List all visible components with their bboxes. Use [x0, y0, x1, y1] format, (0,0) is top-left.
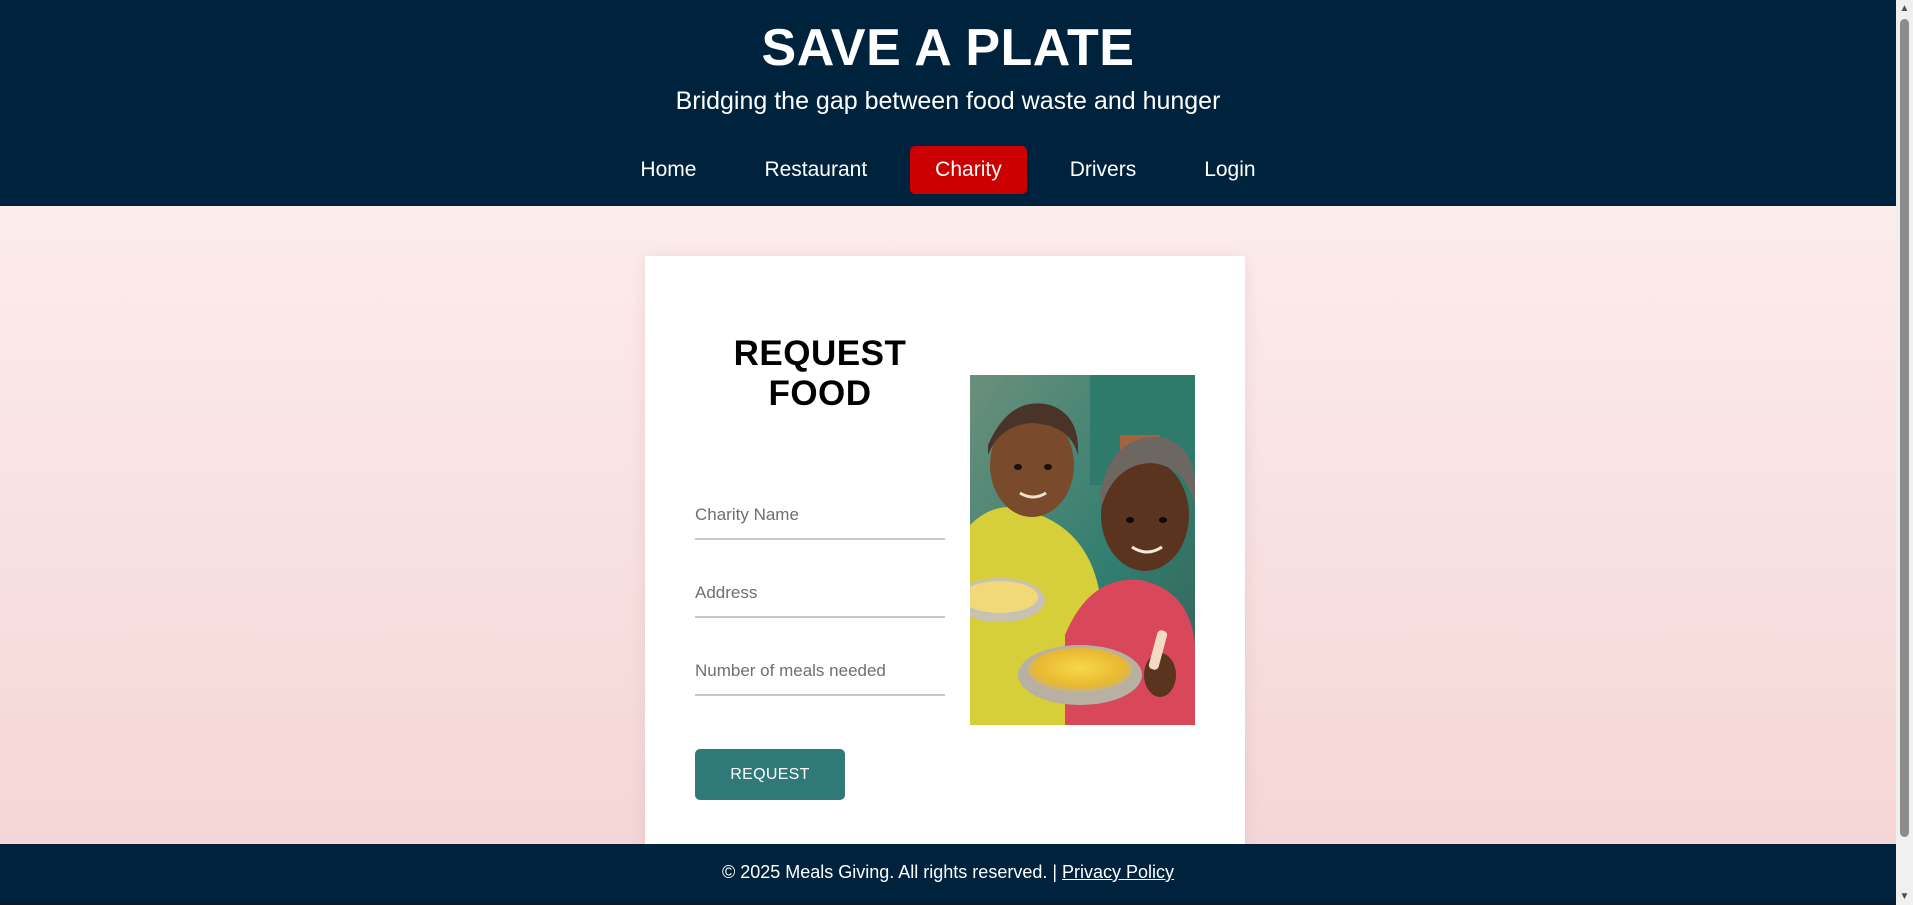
scroll-up-icon[interactable]: ▲ [1896, 0, 1913, 17]
bottom-strip [0, 901, 1896, 905]
nav-item-drivers[interactable]: Drivers [1045, 146, 1162, 194]
request-button[interactable]: REQUEST [695, 749, 845, 800]
form-title: REQUEST FOOD [733, 334, 907, 413]
address-input[interactable] [695, 570, 945, 618]
request-food-card: REQUEST FOOD REQUEST [645, 256, 1245, 850]
nav-item-login[interactable]: Login [1179, 146, 1280, 194]
page: SAVE A PLATE Bridging the gap between fo… [0, 0, 1896, 905]
site-footer: © 2025 Meals Giving. All rights reserved… [0, 844, 1896, 901]
children-with-meals-photo [970, 375, 1195, 725]
main-nav: Home Restaurant Charity Drivers Login [0, 146, 1896, 194]
meals-needed-input[interactable] [695, 648, 945, 696]
charity-name-input[interactable] [695, 492, 945, 540]
site-header: SAVE A PLATE Bridging the gap between fo… [0, 0, 1896, 206]
privacy-policy-link[interactable]: Privacy Policy [1062, 862, 1174, 882]
copyright-text: © 2025 Meals Giving. All rights reserved… [721, 862, 1063, 882]
site-title: SAVE A PLATE [761, 19, 1135, 77]
scroll-down-icon[interactable]: ▼ [1896, 888, 1913, 905]
nav-item-restaurant[interactable]: Restaurant [739, 146, 892, 194]
site-tagline: Bridging the gap between food waste and … [675, 87, 1221, 115]
children-photo-illustration [970, 375, 1195, 725]
vertical-scrollbar[interactable]: ▲ ▼ [1896, 0, 1913, 905]
nav-item-charity[interactable]: Charity [910, 146, 1027, 194]
scroll-thumb[interactable] [1900, 19, 1909, 837]
nav-item-home[interactable]: Home [615, 146, 721, 194]
